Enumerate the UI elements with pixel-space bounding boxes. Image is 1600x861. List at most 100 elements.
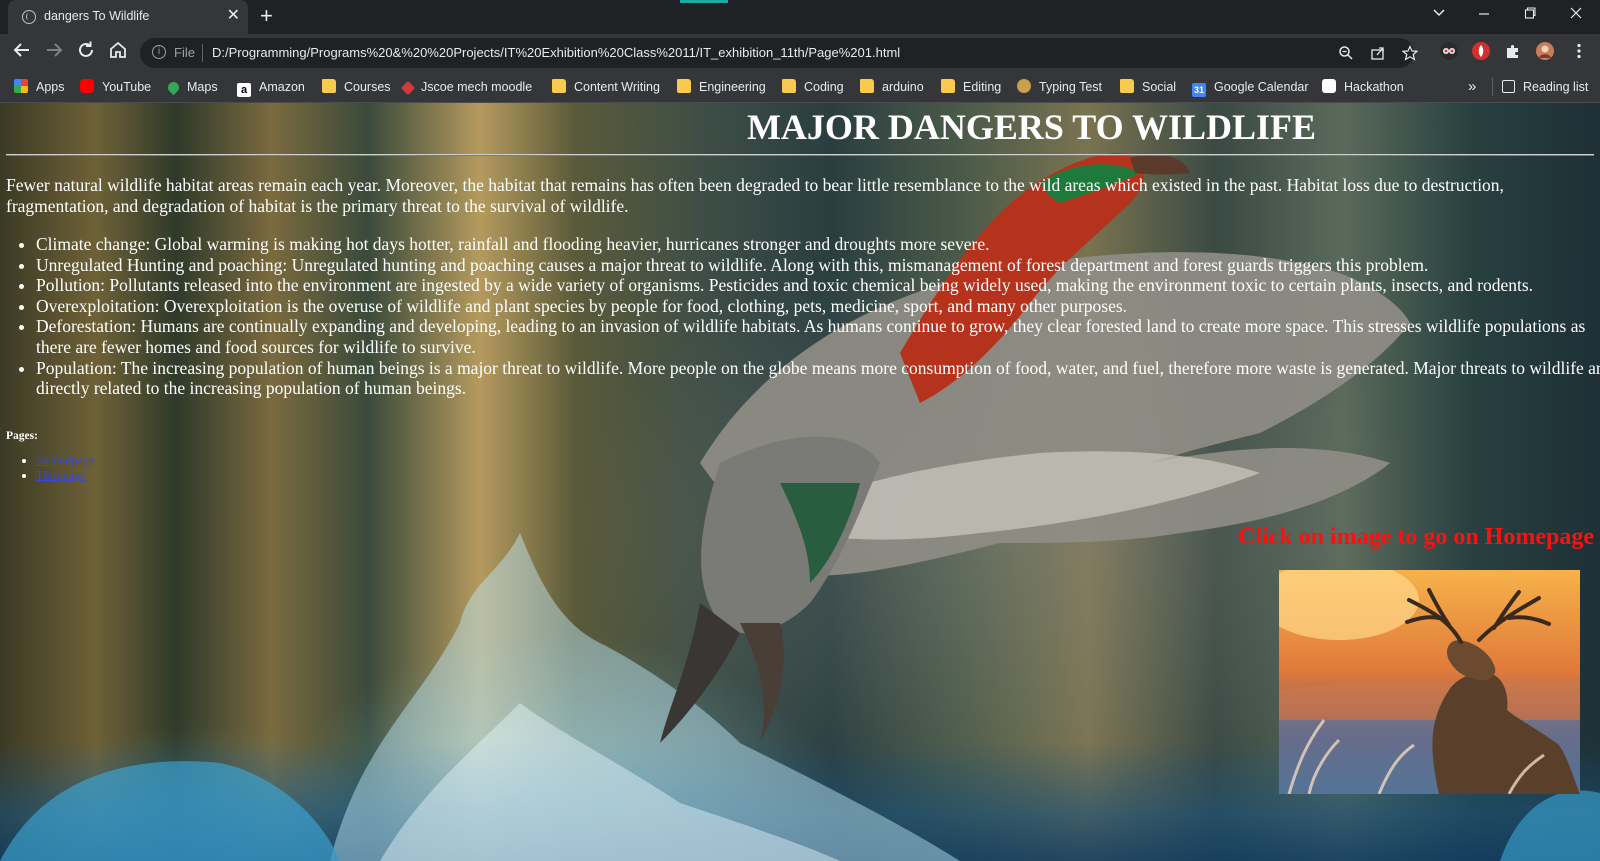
- browser-toolbar: i File D:/Programming/Programs%20&%20%20…: [0, 34, 1600, 72]
- bookmark-label: Amazon: [259, 80, 305, 94]
- thirdpage-link[interactable]: Thirdpage: [36, 468, 85, 482]
- pages-label: Pages:: [6, 430, 38, 442]
- calendar-icon: 31: [1192, 83, 1206, 97]
- bookmarks-bar: Apps YouTube Maps a Amazon Courses Jscoe …: [0, 72, 1600, 103]
- reading-list-label: Reading list: [1523, 80, 1589, 94]
- bookmark-label: Editing: [963, 80, 1002, 94]
- close-window-button[interactable]: [1570, 6, 1582, 23]
- bookmark-youtube[interactable]: YouTube: [80, 72, 151, 102]
- bookmark-amazon[interactable]: a Amazon: [237, 72, 305, 102]
- zoom-icon[interactable]: [1338, 45, 1354, 64]
- bookmarks-divider: [1492, 78, 1493, 96]
- folder-icon: [552, 79, 566, 93]
- menu-kebab-icon[interactable]: [1570, 42, 1588, 60]
- address-bar[interactable]: i File D:/Programming/Programs%20&%20%20…: [140, 38, 1419, 68]
- bookmark-content-writing[interactable]: Content Writing: [552, 72, 660, 102]
- intro-paragraph: Fewer natural wildlife habitat areas rem…: [6, 175, 1504, 216]
- extension-red-icon[interactable]: [1472, 42, 1490, 60]
- page-viewport: MAJOR DANGERS TO WILDLIFE Fewer natural …: [0, 103, 1600, 861]
- list-item: Overexploitation: Overexploitation is th…: [36, 296, 1600, 317]
- reading-list-icon: [1502, 80, 1515, 93]
- list-item: Unregulated Hunting and poaching: Unregu…: [36, 255, 1600, 276]
- folder-icon: [941, 79, 955, 93]
- dangers-list: Climate change: Global warming is making…: [0, 234, 1600, 399]
- bookmark-hackathon[interactable]: Hackathon: [1322, 72, 1404, 102]
- bookmark-apps[interactable]: Apps: [14, 72, 65, 102]
- new-tab-button[interactable]: +: [260, 3, 273, 29]
- globe-icon: [22, 10, 36, 24]
- profile-avatar-icon[interactable]: [1536, 42, 1554, 60]
- bookmark-label: Social: [1142, 80, 1177, 94]
- folder-icon: [782, 79, 796, 93]
- youtube-icon: [80, 79, 94, 93]
- secondpage-link[interactable]: Secondpage: [36, 453, 94, 467]
- list-item: Pollution: Pollutants released into the …: [36, 275, 1600, 296]
- tab-title: dangers To Wildlife: [44, 9, 150, 23]
- folder-icon: [677, 79, 691, 93]
- pages-list: Secondpage Thirdpage: [0, 453, 94, 483]
- maps-pin-icon: [165, 79, 182, 96]
- bookmark-label: Google Calendar: [1214, 80, 1309, 94]
- window-accent: [680, 0, 728, 3]
- url-scheme-label: File: [174, 45, 195, 60]
- tab-close-icon[interactable]: ✕: [227, 7, 240, 25]
- bookmark-engineering[interactable]: Engineering: [677, 72, 766, 102]
- back-arrow-icon[interactable]: [12, 40, 32, 66]
- extensions-puzzle-icon[interactable]: [1504, 42, 1522, 60]
- address-divider: [202, 44, 203, 62]
- bookmark-label: Maps: [187, 80, 218, 94]
- bookmark-coding[interactable]: Coding: [782, 72, 844, 102]
- bookmark-star-icon[interactable]: [1401, 45, 1419, 64]
- site-info-icon[interactable]: i: [152, 45, 166, 59]
- bookmark-arduino[interactable]: arduino: [860, 72, 924, 102]
- bookmark-label: Engineering: [699, 80, 766, 94]
- minimize-button[interactable]: [1478, 6, 1490, 23]
- bookmark-label: Apps: [36, 80, 65, 94]
- apps-grid-icon: [14, 79, 28, 93]
- bookmark-label: Content Writing: [574, 80, 660, 94]
- moodle-icon: [400, 80, 416, 96]
- tab-search-chevron-icon[interactable]: [1432, 6, 1446, 23]
- bookmark-typing-test[interactable]: Typing Test: [1017, 72, 1102, 102]
- bookmark-label: Hackathon: [1344, 80, 1404, 94]
- bookmark-label: Coding: [804, 80, 844, 94]
- bookmark-courses[interactable]: Courses: [322, 72, 391, 102]
- list-item: Population: The increasing population of…: [36, 358, 1600, 399]
- homepage-hint-text: Click on image to go on Homepage: [1238, 524, 1594, 550]
- reload-icon[interactable]: [76, 40, 96, 66]
- bookmark-maps[interactable]: Maps: [165, 72, 218, 102]
- bookmark-label: Jscoe mech moodle: [421, 80, 533, 94]
- folder-icon: [860, 79, 874, 93]
- bookmark-label: Typing Test: [1039, 80, 1103, 94]
- typing-test-icon: [1017, 79, 1031, 93]
- share-icon[interactable]: [1370, 45, 1386, 64]
- reading-list-button[interactable]: Reading list: [1502, 72, 1588, 102]
- heading-divider: [6, 154, 1594, 156]
- bookmark-label: Courses: [344, 80, 391, 94]
- list-item: Thirdpage: [36, 468, 94, 483]
- forward-arrow-icon[interactable]: [44, 40, 64, 66]
- bookmark-editing[interactable]: Editing: [941, 72, 1001, 102]
- bookmark-google-calendar[interactable]: 31 Google Calendar: [1192, 72, 1309, 102]
- bookmark-label: YouTube: [102, 80, 152, 94]
- page-heading: MAJOR DANGERS TO WILDLIFE: [746, 107, 1317, 147]
- amazon-icon: a: [237, 83, 251, 97]
- more-bookmarks-button[interactable]: »: [1468, 72, 1476, 102]
- folder-icon: [1120, 79, 1134, 93]
- deer-homepage-image-link[interactable]: [1279, 570, 1580, 794]
- list-item: Climate change: Global warming is making…: [36, 234, 1600, 255]
- extension-eyes-icon[interactable]: [1440, 42, 1458, 60]
- bookmark-jscoe-mech-moodle[interactable]: Jscoe mech moodle: [400, 72, 533, 102]
- restore-button[interactable]: [1524, 6, 1536, 23]
- browser-title-bar: dangers To Wildlife ✕ +: [0, 0, 1600, 34]
- list-item: Deforestation: Humans are continually ex…: [36, 316, 1600, 357]
- home-icon[interactable]: [108, 40, 128, 66]
- page-content: MAJOR DANGERS TO WILDLIFE Fewer natural …: [0, 103, 1600, 861]
- url-text[interactable]: D:/Programming/Programs%20&%20%20Project…: [212, 45, 900, 60]
- deer-image: [1279, 570, 1580, 794]
- list-item: Secondpage: [36, 453, 94, 468]
- bookmark-label: arduino: [882, 80, 924, 94]
- browser-tab[interactable]: dangers To Wildlife ✕: [8, 0, 248, 34]
- bookmark-social[interactable]: Social: [1120, 72, 1176, 102]
- folder-icon: [322, 79, 336, 93]
